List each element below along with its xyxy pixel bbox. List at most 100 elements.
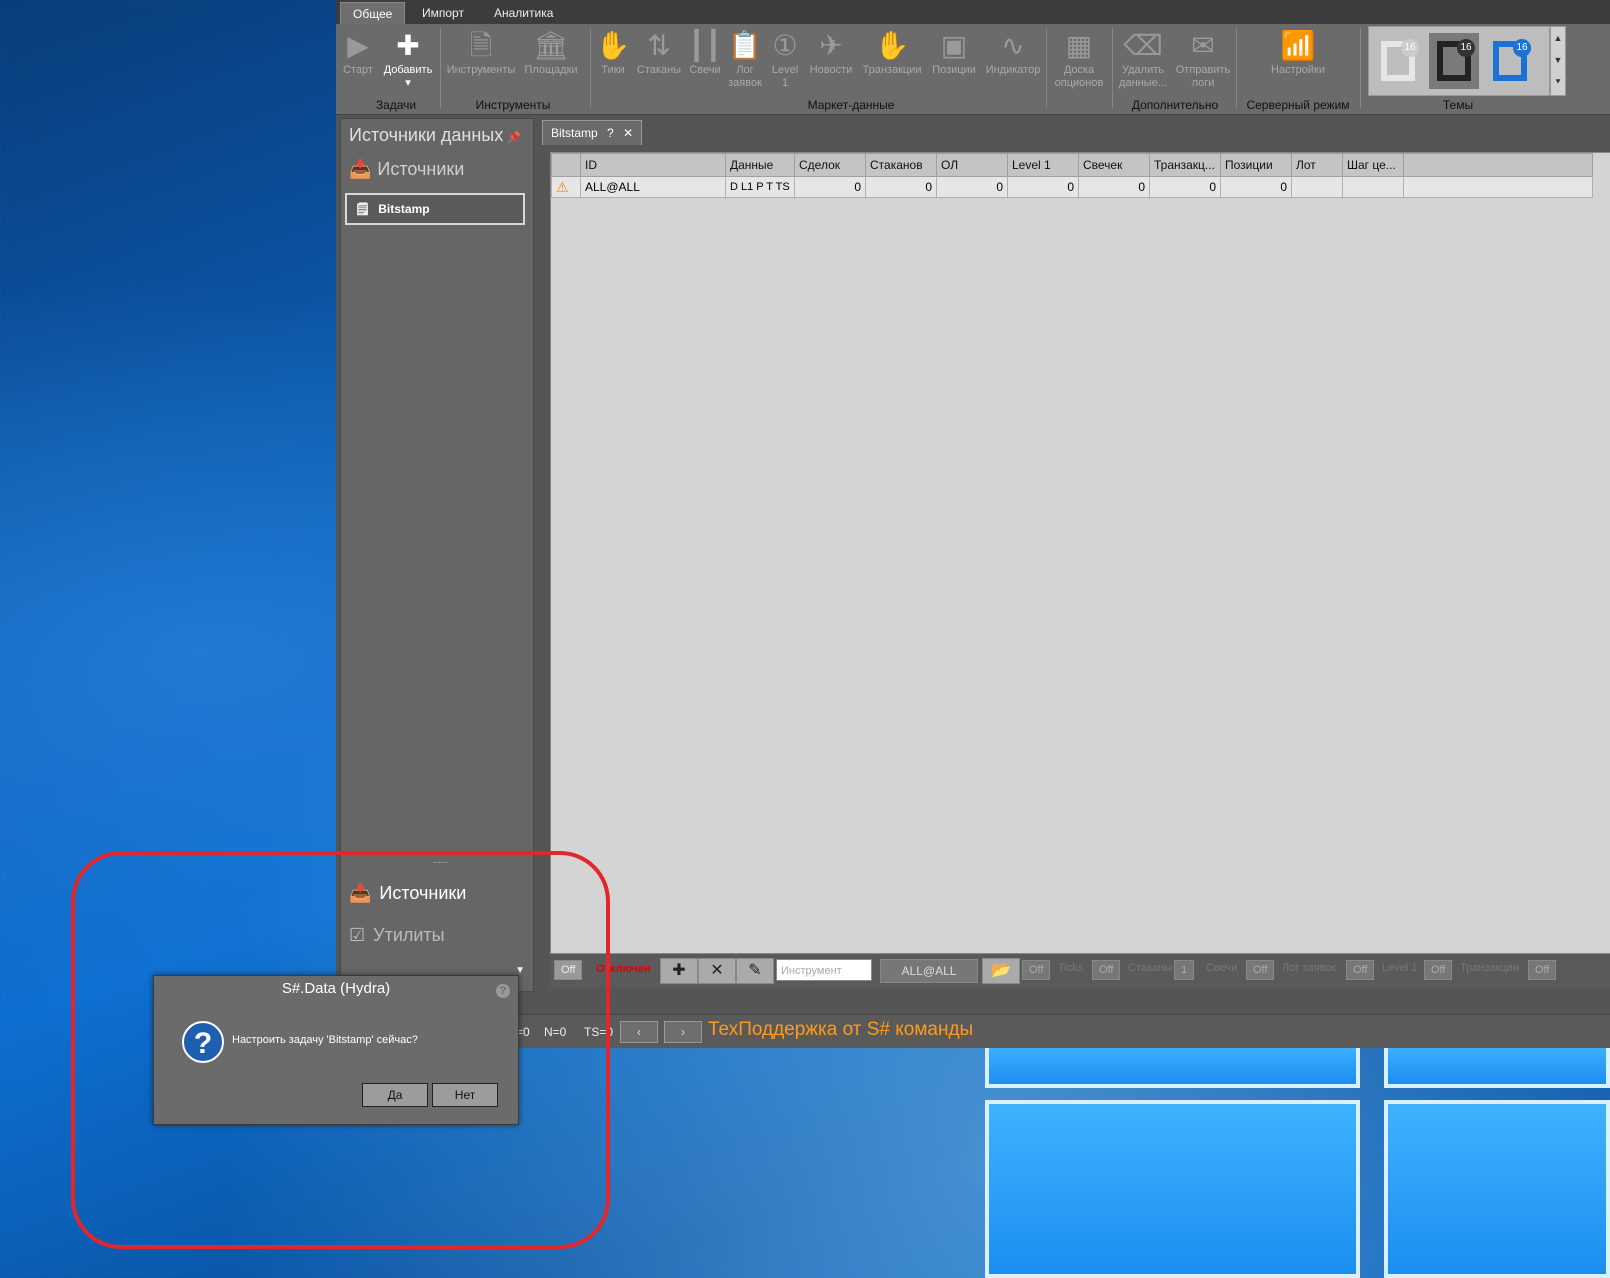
chevron-down-icon: ▼	[1553, 55, 1563, 65]
chevron-up-icon: ▲	[1553, 33, 1563, 43]
help-icon[interactable]: ?	[607, 126, 614, 140]
chevron-down-icon: ▾	[405, 77, 411, 89]
start-button[interactable]: ▶ Старт	[340, 28, 376, 77]
sources-header[interactable]: 📥 Источники	[349, 159, 464, 180]
transactions-button[interactable]: ✋ Транзакции	[858, 28, 926, 77]
column-header[interactable]: Level 1	[1007, 153, 1079, 177]
column-header-filler	[1403, 153, 1593, 177]
venues-button[interactable]: 🏛 Площадки	[522, 28, 580, 77]
candles-button[interactable]: ┃┃ Свечи	[686, 28, 724, 77]
document-icon: 🗎	[469, 30, 493, 61]
ticks-button[interactable]: ✋ Тики	[594, 28, 632, 77]
level1-label: Level 1	[1382, 962, 1418, 974]
send-logs-button[interactable]: ✉ Отправить логи	[1172, 28, 1234, 90]
books-toggle[interactable]: Off	[1092, 960, 1121, 980]
clipboard-icon: 📋	[727, 30, 763, 61]
envelope-icon: ✉	[1191, 30, 1215, 61]
edit-security-button[interactable]: ✎	[736, 958, 774, 984]
curve-icon: ∿	[1001, 30, 1025, 61]
column-header[interactable]: Свечек	[1078, 153, 1150, 177]
indicator-button[interactable]: ∿ Индикатор	[982, 28, 1044, 77]
instrument-input[interactable]: Инструмент	[776, 959, 872, 981]
column-header[interactable]: Сделок	[794, 153, 866, 177]
column-header[interactable]: ОЛ	[936, 153, 1008, 177]
order-log-button[interactable]: 📋 Лог заявок	[726, 28, 764, 90]
group-market-data: Маркет-данные	[807, 98, 895, 112]
settings-button[interactable]: 📶 Настройки	[1240, 28, 1356, 77]
column-header[interactable]: Шаг це...	[1342, 153, 1404, 177]
options-desk-button[interactable]: ▦ Доска опционов	[1050, 28, 1108, 90]
tab-bitstamp[interactable]: Bitstamp ? ✕	[542, 120, 643, 145]
windows-logo-pane	[985, 1100, 1360, 1278]
ribbon: ▶ Старт ✚ Добавить ▾ Задачи 🗎 Инструменты 🏛 П…	[336, 24, 1610, 115]
chart-icon: ▣	[940, 30, 968, 61]
source-bitstamp[interactable]: 🗒 Bitstamp	[345, 193, 525, 225]
security-table: ID Данные Сделок Стаканов ОЛ Level 1 Све…	[551, 153, 1593, 198]
close-icon: ✕	[710, 962, 724, 979]
theme-light[interactable]: 16	[1373, 33, 1423, 89]
candles-value[interactable]: 1	[1174, 960, 1195, 980]
level1-toggle[interactable]: Off	[1346, 960, 1375, 980]
cell-positions: 0	[1220, 176, 1292, 198]
cell-transactions: 0	[1149, 176, 1221, 198]
candles-icon: ┃┃	[688, 30, 722, 61]
books-button[interactable]: ⇅ Стаканы	[634, 28, 684, 77]
cell-id: ALL@ALL	[580, 176, 726, 198]
group-tools: Инструменты	[475, 98, 551, 112]
themes-gallery: 16 16 16	[1368, 26, 1550, 96]
tab-analytics[interactable]: Аналитика	[482, 2, 565, 24]
warning-icon: ⚠	[551, 176, 581, 198]
column-header[interactable]: ID	[580, 153, 726, 177]
column-header[interactable]: Стаканов	[865, 153, 937, 177]
column-header[interactable]: Данные	[725, 153, 795, 177]
group-server: Серверный режим	[1246, 98, 1350, 112]
play-icon: ▶	[347, 30, 369, 61]
news-button[interactable]: ✈ Новости	[806, 28, 856, 77]
books-label: Стаканы	[1128, 962, 1173, 974]
open-folder-button[interactable]: 📂	[982, 958, 1020, 984]
prev-button[interactable]: ‹	[620, 1021, 658, 1043]
ribbon-tab-bar: Общее Импорт Аналитика	[336, 0, 1610, 25]
next-button[interactable]: ›	[664, 1021, 702, 1043]
inbox-icon: 📥	[349, 159, 372, 179]
extra-toggle[interactable]: Off	[1528, 960, 1557, 980]
security-selector[interactable]: ALL@ALL	[880, 959, 978, 983]
instruments-button[interactable]: 🗎 Инструменты	[444, 28, 518, 77]
add-button[interactable]: ✚ Добавить ▾	[378, 28, 438, 90]
ticks-label: Ticks	[1058, 962, 1084, 974]
panel-title: Источники данных	[349, 125, 504, 145]
support-link[interactable]: ТехПоддержка от S# команды	[708, 1019, 973, 1041]
column-header[interactable]: Лот	[1291, 153, 1343, 177]
transactions-toggle[interactable]: Off	[1424, 960, 1453, 980]
add-security-button[interactable]: ✚	[660, 958, 698, 984]
column-header[interactable]: Позиции	[1220, 153, 1292, 177]
positions-button[interactable]: ▣ Позиции	[928, 28, 980, 77]
column-header[interactable]	[551, 153, 581, 177]
delete-data-button[interactable]: ⌫ Удалить данные...	[1116, 28, 1170, 90]
cell-candles: 0	[1078, 176, 1150, 198]
handshake-icon: ✋	[595, 30, 631, 61]
close-icon[interactable]: ✕	[623, 126, 633, 140]
theme-blue[interactable]: 16	[1485, 33, 1535, 89]
themes-scroll[interactable]: ▲ ▼ ⯆	[1550, 26, 1566, 96]
pin-icon[interactable]: 📌	[507, 131, 521, 144]
updown-arrows-icon: ⇅	[647, 30, 671, 61]
order-log-toggle[interactable]: Off	[1246, 960, 1275, 980]
grid-icon: ▦	[1065, 30, 1093, 61]
bitstamp-icon: 🗒	[355, 202, 371, 216]
folder-icon: 📂	[991, 962, 1011, 979]
cell-lot	[1291, 176, 1343, 198]
table-row[interactable]: ⚠ ALL@ALL D L1 P T TS 0 0 0 0 0 0 0	[551, 176, 1593, 198]
column-header[interactable]: Транзакц...	[1149, 153, 1221, 177]
level1-button[interactable]: ① Level 1	[766, 28, 804, 90]
tab-import[interactable]: Импорт	[410, 2, 476, 24]
theme-dark[interactable]: 16	[1429, 33, 1479, 89]
tab-general[interactable]: Общее	[340, 2, 406, 25]
circle-one-icon: ①	[772, 30, 798, 61]
security-grid-panel: ID Данные Сделок Стаканов ОЛ Level 1 Све…	[550, 152, 1610, 954]
chevron-left-icon: ‹	[637, 1025, 641, 1039]
ticks-toggle[interactable]: Off	[1022, 960, 1051, 980]
paper-plane-icon: ✈	[819, 30, 843, 61]
group-extra: Дополнительно	[1131, 98, 1219, 112]
remove-security-button[interactable]: ✕	[698, 958, 736, 984]
